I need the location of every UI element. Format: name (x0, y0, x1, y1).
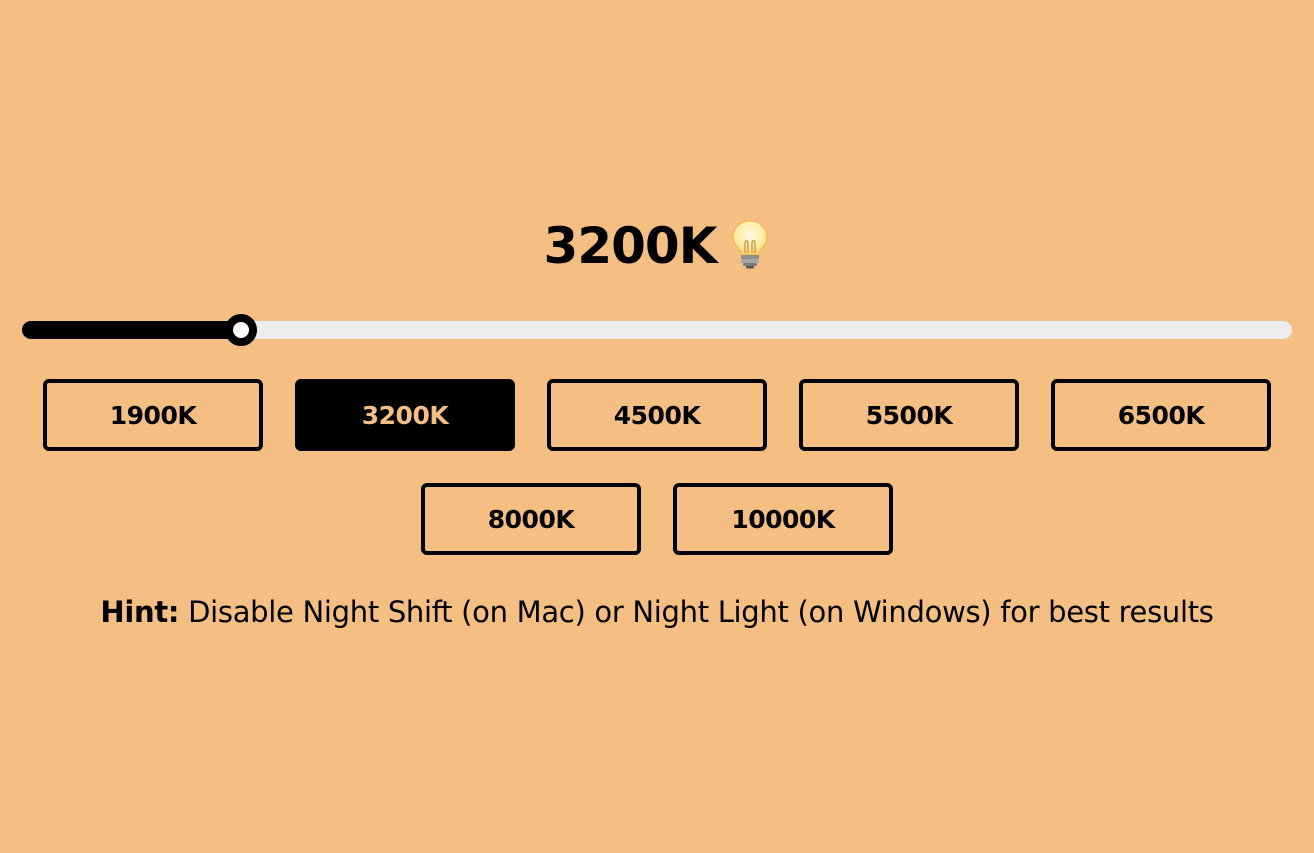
temperature-heading: 3200K (0, 214, 1314, 278)
preset-button-4500k[interactable]: 4500K (547, 379, 767, 451)
preset-button-8000k[interactable]: 8000K (421, 483, 641, 555)
hint-message: Disable Night Shift (on Mac) or Night Li… (179, 595, 1214, 629)
preset-button-3200k[interactable]: 3200K (295, 379, 515, 451)
light-bulb-icon (730, 219, 770, 269)
slider-fill (22, 321, 241, 339)
temperature-slider[interactable] (22, 314, 1292, 346)
preset-button-5500k[interactable]: 5500K (799, 379, 1019, 451)
preset-row-1: 1900K 3200K 4500K 5500K 6500K (0, 379, 1314, 451)
hint-label: Hint: (100, 595, 180, 629)
preset-button-10000k[interactable]: 10000K (673, 483, 893, 555)
preset-row-2: 8000K 10000K (0, 483, 1314, 555)
hint-text: Hint: Disable Night Shift (on Mac) or Ni… (0, 590, 1314, 634)
temperature-value: 3200K (543, 217, 718, 275)
slider-thumb[interactable] (224, 314, 257, 346)
preset-button-1900k[interactable]: 1900K (43, 379, 263, 451)
preset-button-6500k[interactable]: 6500K (1051, 379, 1271, 451)
preset-buttons: 1900K 3200K 4500K 5500K 6500K 8000K 1000… (0, 379, 1314, 587)
